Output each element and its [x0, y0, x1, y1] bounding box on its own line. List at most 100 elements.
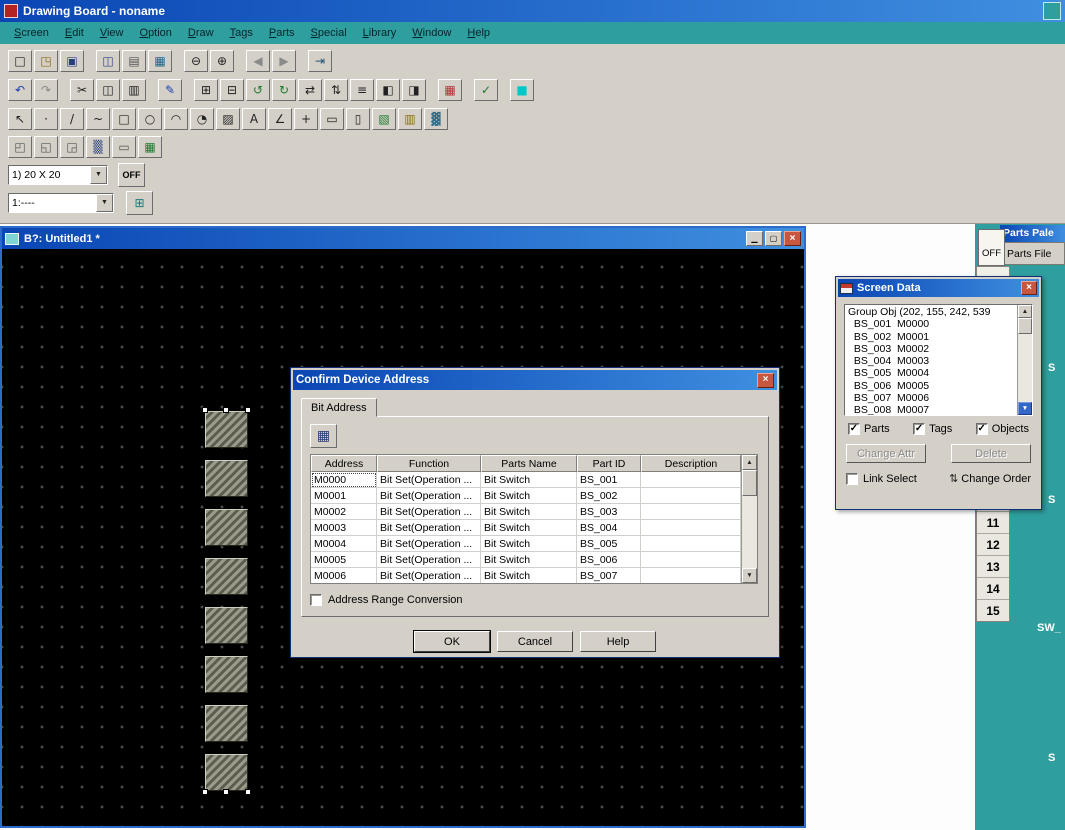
table-cell[interactable]: BS_003 — [577, 504, 641, 520]
rotate-ccw-button[interactable]: ↺ — [246, 79, 270, 101]
bit-switch-part[interactable] — [205, 411, 248, 448]
table-cell[interactable]: BS_005 — [577, 536, 641, 552]
table-cell[interactable]: M0002 — [311, 504, 377, 520]
table-row[interactable]: M0000Bit Set(Operation ...Bit SwitchBS_0… — [311, 472, 741, 488]
scrollbar-thumb[interactable] — [742, 470, 757, 496]
selection-handle[interactable] — [245, 789, 251, 795]
table-cell[interactable]: Bit Set(Operation ... — [377, 504, 481, 520]
ellipse-tool-button[interactable]: ○ — [138, 108, 162, 130]
restore-button[interactable]: ▢ — [765, 231, 782, 246]
table-cell[interactable]: Bit Set(Operation ... — [377, 536, 481, 552]
bit-switch-part[interactable] — [205, 607, 248, 644]
screen-change-button[interactable]: ⇥ — [308, 50, 332, 72]
table-cell[interactable]: Bit Set(Operation ... — [377, 520, 481, 536]
mark-editor-button[interactable]: ◱ — [34, 136, 58, 158]
main-titlebar[interactable]: Drawing Board - noname — [0, 0, 1065, 22]
numeric-display-button[interactable]: ▒ — [86, 136, 110, 158]
dot-tool-button[interactable]: · — [34, 108, 58, 130]
selection-handle[interactable] — [245, 407, 251, 413]
new-file-button[interactable]: □ — [8, 50, 32, 72]
bit-switch-part[interactable] — [205, 754, 248, 791]
screen-list-button[interactable]: ▤ — [122, 50, 146, 72]
table-row[interactable]: M0003Bit Set(Operation ...Bit SwitchBS_0… — [311, 520, 741, 536]
table-cell[interactable]: Bit Switch — [481, 472, 577, 488]
list-item[interactable]: BS_003 M0002 — [848, 343, 1017, 355]
menu-item-screen[interactable]: Screen — [6, 24, 57, 42]
list-item[interactable]: Group Obj (202, 155, 242, 539 — [848, 306, 1017, 318]
dialog-close-button[interactable]: × — [757, 373, 774, 388]
table-cell[interactable] — [641, 536, 741, 552]
ime-indicator-icon[interactable] — [1043, 2, 1061, 20]
tab-bit-address[interactable]: Bit Address — [301, 398, 377, 417]
palette-off-button[interactable]: OFF — [978, 229, 1005, 266]
window-parts-button[interactable]: ▭ — [112, 136, 136, 158]
ok-button[interactable]: OK — [414, 631, 490, 652]
menu-item-option[interactable]: Option — [132, 24, 180, 42]
objects-checkbox[interactable]: ✓ — [976, 423, 988, 435]
palette-number-13[interactable]: 13 — [977, 555, 1009, 577]
list-item[interactable]: BS_008 M0007 — [848, 404, 1017, 415]
parts-palette-titlebar[interactable]: Parts Pale — [1000, 225, 1065, 242]
minimize-button[interactable]: ▁ — [746, 231, 763, 246]
draw-pen-button[interactable]: ✎ — [158, 79, 182, 101]
align-button[interactable]: ≡ — [350, 79, 374, 101]
table-cell[interactable]: Bit Switch — [481, 488, 577, 504]
table-cell[interactable]: M0006 — [311, 568, 377, 583]
change-order-button[interactable]: ⇅ Change Order — [949, 472, 1031, 485]
bring-to-front-button[interactable]: ◧ — [376, 79, 400, 101]
menu-item-edit[interactable]: Edit — [57, 24, 92, 42]
list-item[interactable]: BS_005 M0004 — [848, 367, 1017, 379]
screen-level-button[interactable]: ⊞ — [126, 191, 153, 215]
link-select-checkbox[interactable] — [846, 473, 858, 485]
line-tool-button[interactable]: / — [60, 108, 84, 130]
selection-handle[interactable] — [202, 789, 208, 795]
table-row[interactable]: M0006Bit Set(Operation ...Bit SwitchBS_0… — [311, 568, 741, 583]
table-cell[interactable]: BS_004 — [577, 520, 641, 536]
table-cell[interactable]: BS_007 — [577, 568, 641, 583]
table-cell[interactable]: Bit Set(Operation ... — [377, 472, 481, 488]
chevron-down-icon[interactable]: ▼ — [96, 194, 113, 212]
table-cell[interactable]: Bit Switch — [481, 568, 577, 583]
selection-handle[interactable] — [223, 789, 229, 795]
change-attr-button[interactable]: Change Attr — [846, 444, 926, 463]
send-to-back-button[interactable]: ◨ — [402, 79, 426, 101]
filter-tags[interactable]: ✓Tags — [913, 423, 952, 435]
table-row[interactable]: M0002Bit Set(Operation ...Bit SwitchBS_0… — [311, 504, 741, 520]
scroll-down-icon[interactable]: ▼ — [1018, 402, 1032, 415]
zoom-out-button[interactable]: ⊖ — [184, 50, 208, 72]
load-screen-button[interactable]: ◰ — [8, 136, 32, 158]
video-parts-button[interactable]: ▦ — [138, 136, 162, 158]
copy-button[interactable]: ◫ — [96, 79, 120, 101]
menu-item-draw[interactable]: Draw — [180, 24, 222, 42]
rotate-cw-button[interactable]: ↻ — [272, 79, 296, 101]
select-tool-button[interactable]: ↖ — [8, 108, 32, 130]
confirm-device-address-button[interactable]: ✓ — [474, 79, 498, 101]
table-scrollbar[interactable]: ▲ ▼ — [741, 455, 757, 583]
arc-tool-button[interactable]: ◠ — [164, 108, 188, 130]
list-item[interactable]: BS_001 M0000 — [848, 318, 1017, 330]
dialog-titlebar[interactable]: Confirm Device Address × — [293, 370, 777, 390]
table-cell[interactable]: Bit Switch — [481, 520, 577, 536]
previous-screen-button[interactable]: ◀ — [246, 50, 270, 72]
parts-checkbox[interactable]: ✓ — [848, 423, 860, 435]
chevron-down-icon[interactable]: ▼ — [90, 166, 107, 184]
ruler-tool-button[interactable]: ∠ — [268, 108, 292, 130]
filter-objects[interactable]: ✓Objects — [976, 423, 1029, 435]
crosshair-tool-button[interactable]: + — [294, 108, 318, 130]
flip-vertical-button[interactable]: ⇅ — [324, 79, 348, 101]
bit-switch-part[interactable] — [205, 656, 248, 693]
undo-button[interactable]: ↶ — [8, 79, 32, 101]
menu-item-help[interactable]: Help — [459, 24, 498, 42]
screen-level-combo[interactable]: 1:---- ▼ — [8, 193, 114, 213]
palette-number-14[interactable]: 14 — [977, 577, 1009, 599]
table-cell[interactable] — [641, 472, 741, 488]
table-cell[interactable]: BS_001 — [577, 472, 641, 488]
grid-size-combo[interactable]: 1) 20 X 20 ▼ — [8, 165, 108, 185]
list-scrollbar[interactable]: ▲ ▼ — [1017, 305, 1032, 415]
next-screen-button[interactable]: ▶ — [272, 50, 296, 72]
delete-button[interactable]: Delete — [951, 444, 1031, 463]
table-cell[interactable]: BS_006 — [577, 552, 641, 568]
table-cell[interactable]: Bit Set(Operation ... — [377, 488, 481, 504]
image-tool-button[interactable]: ▧ — [372, 108, 396, 130]
address-range-checkbox[interactable] — [310, 594, 322, 606]
